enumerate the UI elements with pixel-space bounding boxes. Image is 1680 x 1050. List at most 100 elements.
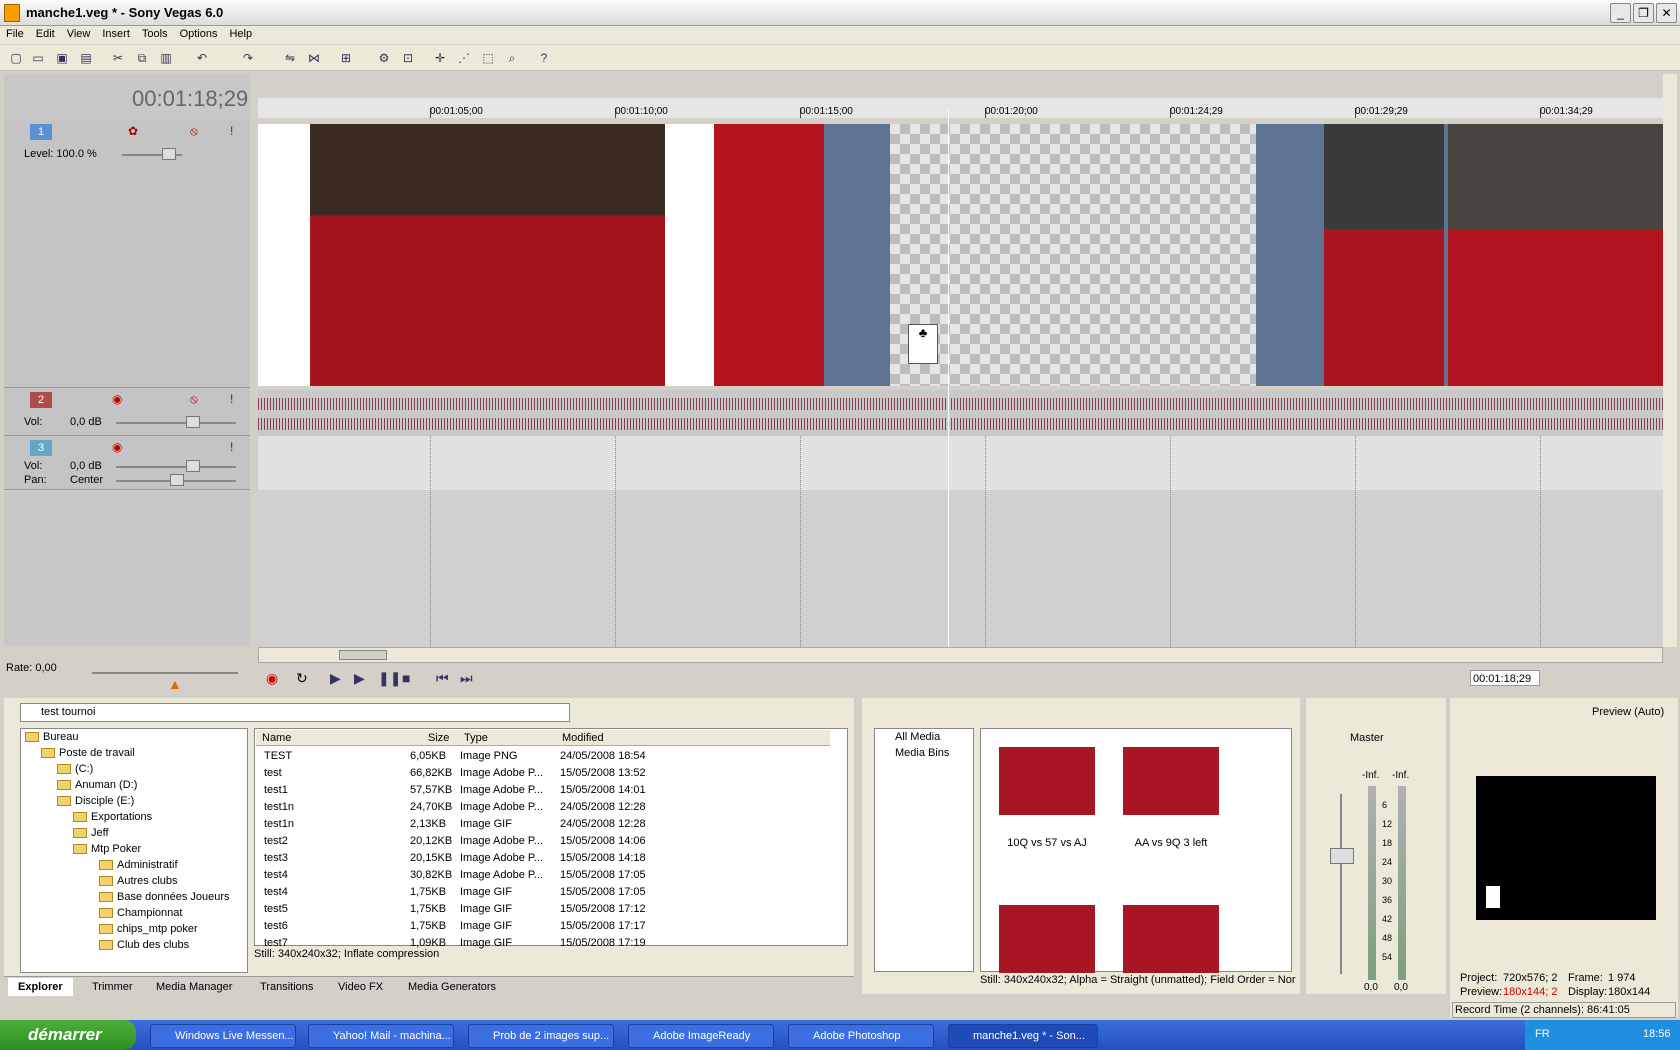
go-to-start-button[interactable]: ⏮ [436,670,449,687]
open-icon[interactable]: ▭ [30,50,46,66]
column-modified[interactable]: Modified [562,732,604,744]
task-vegas[interactable]: manche1.veg * - Son... [948,1024,1098,1048]
task-photoshop[interactable]: Adobe Photoshop [788,1024,934,1048]
file-row[interactable]: test4 30,82KB Image Adobe P... 15/05/2008 1… [258,867,838,884]
envelope-edit-icon[interactable]: ⋰ [456,50,472,66]
loop-button[interactable]: ↻ [296,670,308,687]
timeline-vscroll[interactable] [1663,74,1677,647]
file-row[interactable]: test6 1,75KB Image GIF 15/05/2008 17:17 [258,918,838,935]
master-fader-track[interactable] [1340,794,1342,974]
file-row[interactable]: test1n 24,70KB Image Adobe P... 24/05/2008 … [258,799,838,816]
level-slider-knob[interactable] [162,148,176,160]
arm-record-icon[interactable]: ◉ [112,392,122,406]
track-2-header[interactable]: 2 Vol: 0,0 dB ◉ ⦸ ! [4,388,250,436]
empty-track-lane[interactable] [258,436,1663,490]
video-clip[interactable] [1324,124,1444,386]
column-type[interactable]: Type [464,732,488,744]
paste-icon[interactable]: ▥ [158,50,174,66]
stop-button[interactable]: ■ [402,670,410,686]
zoom-edit-icon[interactable]: ⌕ [504,50,520,66]
volume-slider-knob[interactable] [186,460,200,472]
ignore-grouping-icon[interactable]: ⊡ [400,50,416,66]
rate-slider-knob[interactable]: ▲ [168,676,182,692]
tree-item[interactable]: Bureau [43,731,78,743]
copy-icon[interactable]: ⧉ [134,50,150,66]
media-thumbnail[interactable] [1123,905,1219,973]
video-clip[interactable] [310,124,665,386]
file-row[interactable]: test1 57,57KB Image Adobe P... 15/05/2008 1… [258,782,838,799]
menu-view[interactable]: View [61,26,97,42]
tree-item[interactable]: Exportations [91,811,152,823]
task-yahoo-mail[interactable]: Yahoo! Mail - machina... [308,1024,454,1048]
tab-explorer[interactable]: Explorer [8,978,73,996]
master-fader-knob[interactable] [1330,848,1354,864]
time-ruler[interactable]: 00:01:05;00 00:01:10;00 00:01:15;00 00:0… [258,98,1663,118]
play-from-start-button[interactable]: ▶ [330,670,341,687]
video-track-lane[interactable]: ♣ [258,124,1663,386]
hscroll-thumb[interactable] [339,650,387,660]
media-bins-tree[interactable]: All Media Media Bins [874,728,974,972]
video-clip[interactable] [1448,124,1663,386]
solo-icon[interactable]: ! [230,124,233,138]
volume-slider[interactable] [116,466,236,468]
menu-help[interactable]: Help [223,26,258,42]
volume-slider-knob[interactable] [186,416,200,428]
tree-item[interactable]: Mtp Poker [91,843,141,855]
file-row[interactable]: test2 20,12KB Image Adobe P... 15/05/2008 1… [258,833,838,850]
pan-slider-knob[interactable] [170,474,184,486]
lock-envelopes-icon[interactable]: ⚙ [376,50,392,66]
media-thumbnail[interactable] [999,905,1095,973]
track-3-header[interactable]: 3 Vol: 0,0 dB Pan: Center ◉ ! [4,436,250,490]
solo-icon[interactable]: ! [230,440,233,454]
column-size[interactable]: Size [428,732,449,744]
whats-this-icon[interactable]: ? [536,50,552,66]
explorer-path-field[interactable]: test tournoi [20,703,570,722]
tree-item[interactable]: Disciple (E:) [75,795,134,807]
language-indicator[interactable]: FR [1535,1028,1550,1040]
tree-item[interactable]: Poste de travail [59,747,135,759]
auto-crossfade-icon[interactable]: ⋈ [306,50,322,66]
timeline-hscroll[interactable] [258,647,1663,663]
maximize-button[interactable]: ❐ [1633,3,1654,23]
task-messenger[interactable]: Windows Live Messen... [150,1024,296,1048]
new-icon[interactable]: ▢ [8,50,24,66]
file-row[interactable]: test 66,82KB Image Adobe P... 15/05/2008 13… [258,765,838,782]
tab-video-fx[interactable]: Video FX [328,978,393,996]
ripple-icon[interactable]: ⊞ [338,50,354,66]
media-thumbnail[interactable] [999,747,1095,815]
pause-button[interactable]: ❚❚ [378,670,401,687]
minimize-button[interactable]: _ [1610,3,1631,23]
file-row[interactable]: test4 1,75KB Image GIF 15/05/2008 17:05 [258,884,838,901]
playhead-cursor[interactable] [948,110,949,647]
tree-item[interactable]: Anuman (D:) [75,779,137,791]
snap-icon[interactable]: ⇋ [282,50,298,66]
redo-icon[interactable]: ↷ [240,50,256,66]
go-to-end-button[interactable]: ⏭ [460,670,473,687]
media-thumbnail-grid[interactable]: 10Q vs 57 vs AJ AA vs 9Q 3 left [980,728,1292,973]
column-name[interactable]: Name [262,732,291,744]
volume-slider[interactable] [116,422,236,424]
undo-icon[interactable]: ↶ [194,50,210,66]
play-button[interactable]: ▶ [354,670,365,687]
render-icon[interactable]: ▤ [78,50,94,66]
cut-icon[interactable]: ✂ [110,50,126,66]
tree-item[interactable]: Base données Joueurs [117,891,230,903]
transparent-clip[interactable] [890,124,1256,386]
audio-track-lane[interactable] [258,390,1663,436]
file-row[interactable]: test5 1,75KB Image GIF 15/05/2008 17:12 [258,901,838,918]
file-row[interactable]: test3 20,15KB Image Adobe P... 15/05/2008 1… [258,850,838,867]
menu-edit[interactable]: Edit [30,26,61,42]
video-clip[interactable] [714,124,824,386]
cursor-position[interactable]: 00:01:18;29 [1470,670,1540,686]
file-row[interactable]: test1n 2,13KB Image GIF 24/05/2008 12:28 [258,816,838,833]
file-row[interactable]: TEST 6,05KB Image PNG 24/05/2008 18:54 [258,748,838,765]
tab-transitions[interactable]: Transitions [250,978,323,996]
solo-icon[interactable]: ! [230,392,233,406]
tree-item-media-bins[interactable]: Media Bins [895,747,949,759]
record-button[interactable]: ◉ [266,670,278,687]
arm-record-icon[interactable]: ◉ [112,440,122,454]
track-1-header[interactable]: 1 Level: 100.0 % ✿ ⦸ ! [4,120,250,388]
close-button[interactable]: ✕ [1656,3,1677,23]
explorer-folder-tree[interactable]: Bureau Poste de travail (C:) Anuman (D:)… [20,728,248,973]
selection-edit-icon[interactable]: ⬚ [480,50,496,66]
